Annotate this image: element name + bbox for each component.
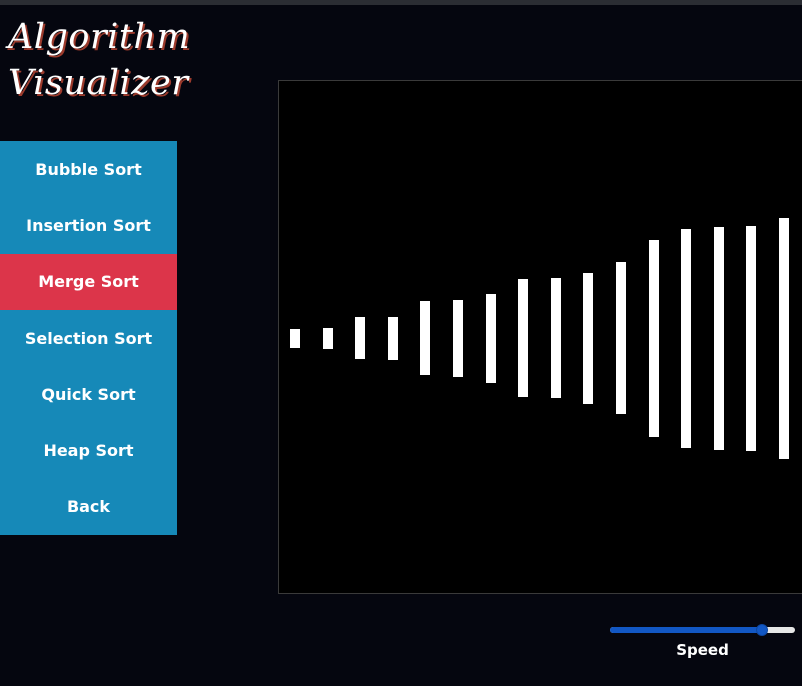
back-button[interactable]: Back xyxy=(0,479,177,535)
array-bar xyxy=(453,299,463,377)
logo-line-2: Visualizer xyxy=(8,63,189,103)
sorting-canvas xyxy=(278,80,802,594)
array-bar xyxy=(616,262,626,414)
array-bar xyxy=(681,228,692,448)
heap-sort-button[interactable]: Heap Sort xyxy=(0,422,177,478)
array-bar xyxy=(518,279,529,397)
window-top-strip xyxy=(0,0,802,5)
array-bar xyxy=(583,272,594,404)
insertion-sort-button[interactable]: Insertion Sort xyxy=(0,197,177,253)
quick-sort-button[interactable]: Quick Sort xyxy=(0,366,177,422)
selection-sort-button[interactable]: Selection Sort xyxy=(0,310,177,366)
speed-slider-track[interactable] xyxy=(610,624,795,636)
array-bar xyxy=(746,225,757,451)
array-bar xyxy=(550,278,561,398)
algorithm-menu: Bubble Sort Insertion Sort Merge Sort Se… xyxy=(0,141,177,536)
array-bar xyxy=(648,239,659,437)
array-bar xyxy=(387,316,398,360)
array-bar xyxy=(485,293,496,383)
array-bar xyxy=(290,328,300,348)
speed-slider-fill xyxy=(610,627,762,633)
speed-label: Speed xyxy=(676,641,729,659)
logo-line-1: Algorithm xyxy=(8,17,191,57)
speed-slider-thumb[interactable] xyxy=(755,624,768,636)
bubble-sort-button[interactable]: Bubble Sort xyxy=(0,141,177,197)
array-bar xyxy=(713,226,724,450)
speed-control: Speed xyxy=(609,622,796,672)
merge-sort-button[interactable]: Merge Sort xyxy=(0,253,177,310)
app-logo: Algorithm Visualizer xyxy=(8,14,191,106)
array-bar xyxy=(779,217,789,459)
array-bar xyxy=(420,301,431,375)
array-bar xyxy=(355,317,366,359)
array-bar xyxy=(322,327,333,349)
